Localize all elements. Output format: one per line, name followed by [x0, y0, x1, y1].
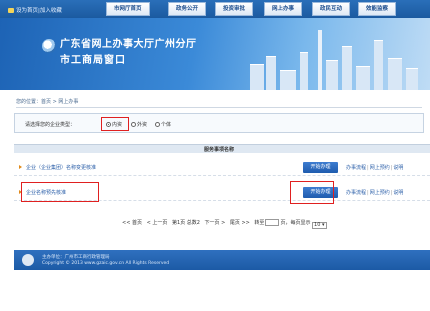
page-number-input[interactable]	[265, 219, 280, 226]
process-flow-link[interactable]: 办事流程	[346, 190, 366, 196]
table-header: 服务事项名称	[14, 144, 430, 153]
nav-item-public-affairs[interactable]: 政务公开	[168, 2, 207, 16]
start-processing-button[interactable]: 开始办理	[303, 162, 338, 173]
header-banner: 广东省网上办事大厅广州分厅 市工商局窗口	[0, 18, 430, 90]
highlight-box-start-button	[290, 181, 334, 204]
nav-item-efficiency-supervision[interactable]: 效能监察	[358, 2, 397, 16]
page-size-value: 10	[314, 222, 321, 228]
enterprise-type-label: 请选择您的企业类型：	[25, 122, 76, 128]
nav-item-investment-approval[interactable]: 投资审批	[215, 2, 254, 16]
radio-foreign[interactable]: 外资	[131, 121, 147, 128]
process-flow-link[interactable]: 办事流程	[346, 165, 366, 171]
footer-copyright: Copyright © 2013 www.gzaic.gov.cn All Ri…	[42, 261, 170, 266]
description-link[interactable]: 说明	[393, 190, 403, 196]
row-links: 办事流程|网上预约|说明	[346, 165, 404, 171]
page-size-select[interactable]: 10 ▾	[312, 222, 327, 229]
radio-icon	[131, 122, 136, 127]
nav-item-online-services[interactable]: 网上办事	[264, 2, 303, 16]
online-booking-link[interactable]: 网上预约	[370, 165, 390, 171]
radio-icon	[155, 122, 160, 127]
top-nav: 设为首页|加入收藏 市网厅首页 政务公开 投资审批 网上办事 政民互动 效能监察	[0, 0, 430, 18]
radio-individual-label: 个体	[161, 122, 172, 128]
arrow-bullet-icon	[19, 165, 22, 169]
radio-individual[interactable]: 个体	[155, 121, 171, 128]
last-page-link[interactable]: 尾页 >>	[230, 220, 250, 226]
service-name-link[interactable]: 企业（企业集团）名称变更核准	[26, 164, 96, 171]
description-link[interactable]: 说明	[393, 165, 403, 171]
pagination: << 首页 < 上一页 第1页 总数2 下一页 > 尾页 >> 转至 页，每页显示…	[122, 219, 327, 229]
nav-item-home[interactable]: 市网厅首页	[106, 2, 150, 16]
online-booking-link[interactable]: 网上预约	[370, 190, 390, 196]
city-skyline-graphic	[0, 18, 430, 90]
enterprise-type-selector: 请选择您的企业类型： 内资 外资 个体	[14, 113, 424, 133]
nav-item-citizen-interaction[interactable]: 政民互动	[312, 2, 351, 16]
radio-foreign-label: 外资	[137, 122, 148, 128]
breadcrumb: 您的位置：首页 > 网上办事	[16, 98, 422, 108]
footer-sponsor: 主办单位：广州市工商行政管理局	[42, 255, 110, 260]
first-page-link[interactable]: << 首页	[122, 220, 142, 226]
page-info: 第1页 总数2	[171, 220, 200, 226]
highlight-box-domestic	[101, 117, 129, 131]
next-page-link[interactable]: 下一页 >	[204, 220, 225, 226]
footer: 主办单位：广州市工商行政管理局 Copyright © 2013 www.gza…	[14, 250, 430, 270]
prev-page-link[interactable]: < 上一页	[147, 220, 168, 226]
home-icon	[8, 8, 14, 13]
highlight-box-service-name	[21, 182, 99, 202]
row-links: 办事流程|网上预约|说明	[346, 190, 404, 196]
set-homepage-link[interactable]: 设为首页|加入收藏	[8, 6, 62, 14]
set-homepage-label: 设为首页|加入收藏	[16, 8, 62, 14]
page-size-label: 页，每页显示	[280, 220, 311, 226]
footer-logo-icon	[22, 254, 34, 266]
table-row: 企业（企业集团）名称变更核准 开始办理 办事流程|网上预约|说明	[14, 159, 430, 176]
goto-label: 转至	[254, 220, 265, 226]
column-header-service-name: 服务事项名称	[204, 147, 235, 153]
